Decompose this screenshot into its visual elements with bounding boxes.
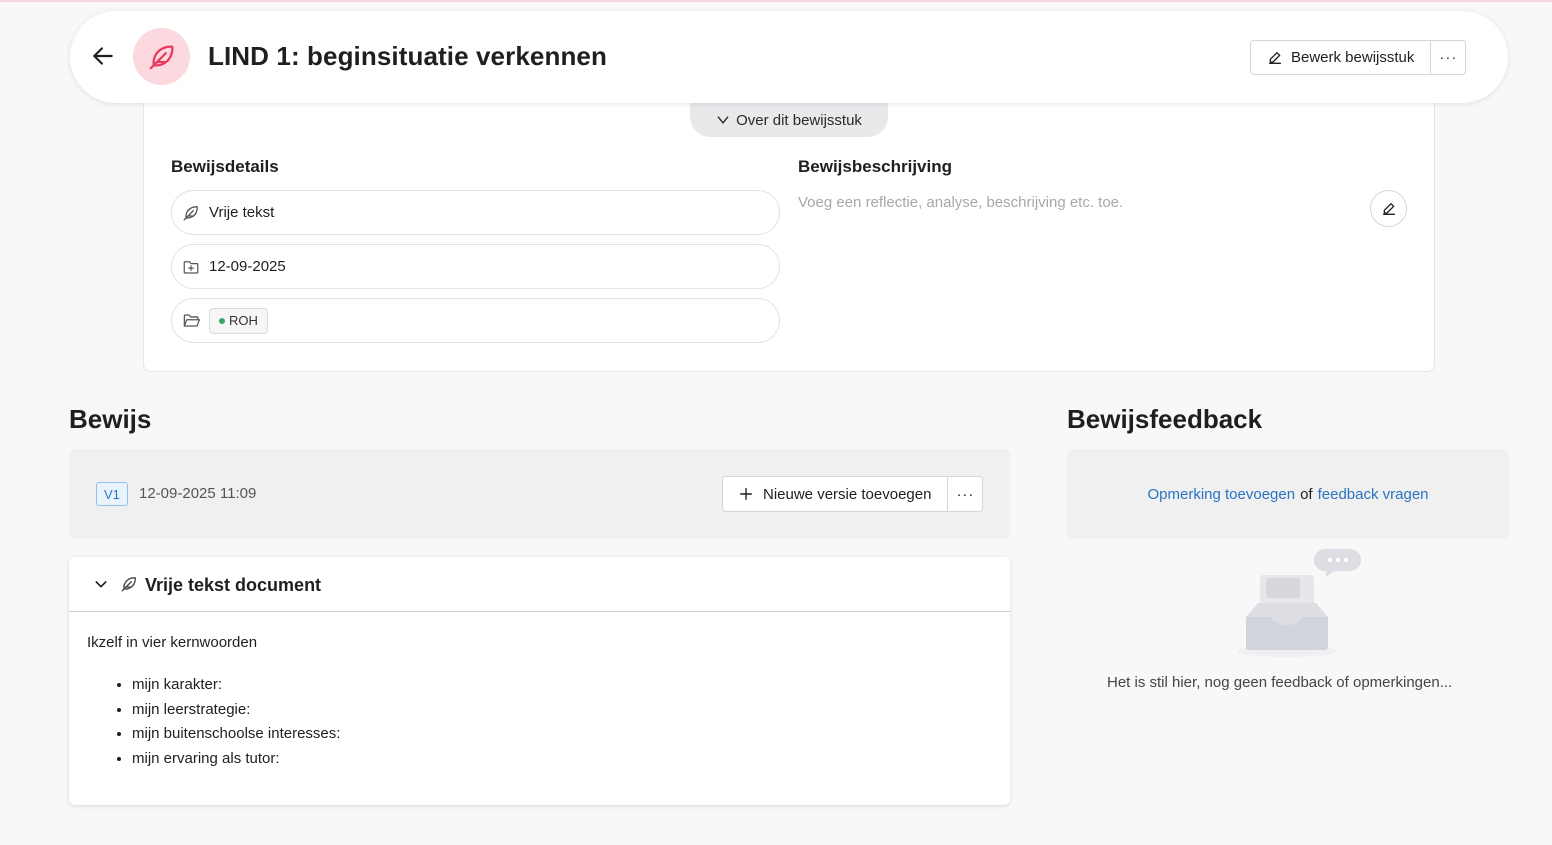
version-badge[interactable]: V1 [96, 482, 128, 506]
pencil-icon [1382, 202, 1395, 215]
request-feedback-link[interactable]: feedback vragen [1318, 486, 1429, 503]
type-field: Vrije tekst [171, 190, 780, 235]
evidence-details-title: Bewijsdetails [171, 157, 279, 176]
list-item: mijn karakter: [132, 675, 340, 700]
page-title: LIND 1: beginsituatie verkennen [208, 41, 607, 71]
evidence-type-avatar [133, 28, 190, 85]
edit-evidence-button[interactable]: Bewerk bewijsstuk [1251, 41, 1432, 74]
date-field: 12-09-2025 [171, 244, 780, 289]
folder-tag[interactable]: ROH [209, 307, 268, 334]
back-button[interactable] [86, 39, 120, 73]
status-dot [219, 317, 225, 324]
plus-icon [740, 488, 752, 500]
document-intro: Ikzelf in vier kernwoorden [87, 634, 258, 651]
folder-plus-icon [181, 257, 201, 277]
edit-evidence-label: Bewerk bewijsstuk [1291, 49, 1415, 66]
type-value: Vrije tekst [209, 204, 275, 221]
list-item: mijn ervaring als tutor: [132, 749, 340, 774]
or-text: of [1300, 485, 1313, 503]
list-item: mijn leerstrategie: [132, 700, 340, 725]
header-more-button[interactable]: ··· [1431, 41, 1465, 74]
list-item: mijn buitenschoolse interesses: [132, 724, 340, 749]
page-header: LIND 1: beginsituatie verkennen Bewerk b… [70, 11, 1508, 103]
document-header[interactable]: Vrije tekst document [69, 557, 1010, 612]
about-evidence-toggle[interactable]: Over dit bewijsstuk [690, 103, 888, 137]
folder-tag-label: ROH [229, 313, 258, 328]
feedback-actions-box: Opmerking toevoegen of feedback vragen [1067, 449, 1509, 539]
add-version-label: Nieuwe versie toevoegen [763, 485, 932, 503]
date-value: 12-09-2025 [209, 258, 286, 275]
evidence-description-title: Bewijsbeschrijving [798, 157, 952, 176]
chevron-down-icon[interactable] [93, 576, 109, 592]
feedback-heading: Bewijsfeedback [1067, 404, 1263, 434]
empty-inbox-illustration [1237, 549, 1361, 657]
edit-description-button[interactable] [1370, 190, 1407, 227]
document-card: Vrije tekst document Ikzelf in vier kern… [69, 557, 1010, 805]
evidence-heading: Bewijs [69, 404, 152, 434]
feather-icon [181, 203, 201, 223]
version-actions: Nieuwe versie toevoegen ··· [722, 476, 984, 512]
version-more-button[interactable]: ··· [948, 477, 982, 511]
about-evidence-label: Over dit bewijsstuk [736, 111, 862, 129]
folder-field: ROH [171, 298, 780, 343]
folder-open-icon [181, 311, 201, 331]
arrow-left-icon [93, 47, 113, 65]
add-version-button[interactable]: Nieuwe versie toevoegen [723, 477, 949, 511]
chevron-down-icon [717, 116, 729, 124]
version-bar: V1 12-09-2025 11:09 Nieuwe versie toevoe… [69, 449, 1010, 539]
feather-icon [121, 577, 136, 592]
version-date: 12-09-2025 11:09 [139, 485, 257, 502]
empty-feedback-text: Het is stil hier, nog geen feedback of o… [1107, 674, 1453, 691]
header-actions: Bewerk bewijsstuk ··· [1250, 40, 1467, 75]
document-title: Vrije tekst document [145, 575, 322, 595]
description-placeholder[interactable]: Voeg een reflectie, analyse, beschrijvin… [798, 194, 1123, 211]
feather-icon [149, 45, 173, 69]
document-list: mijn karakter: mijn leerstrategie: mijn … [132, 675, 340, 774]
pencil-icon [1269, 51, 1281, 64]
top-accent-line [0, 0, 1552, 2]
add-remark-link[interactable]: Opmerking toevoegen [1147, 486, 1295, 503]
